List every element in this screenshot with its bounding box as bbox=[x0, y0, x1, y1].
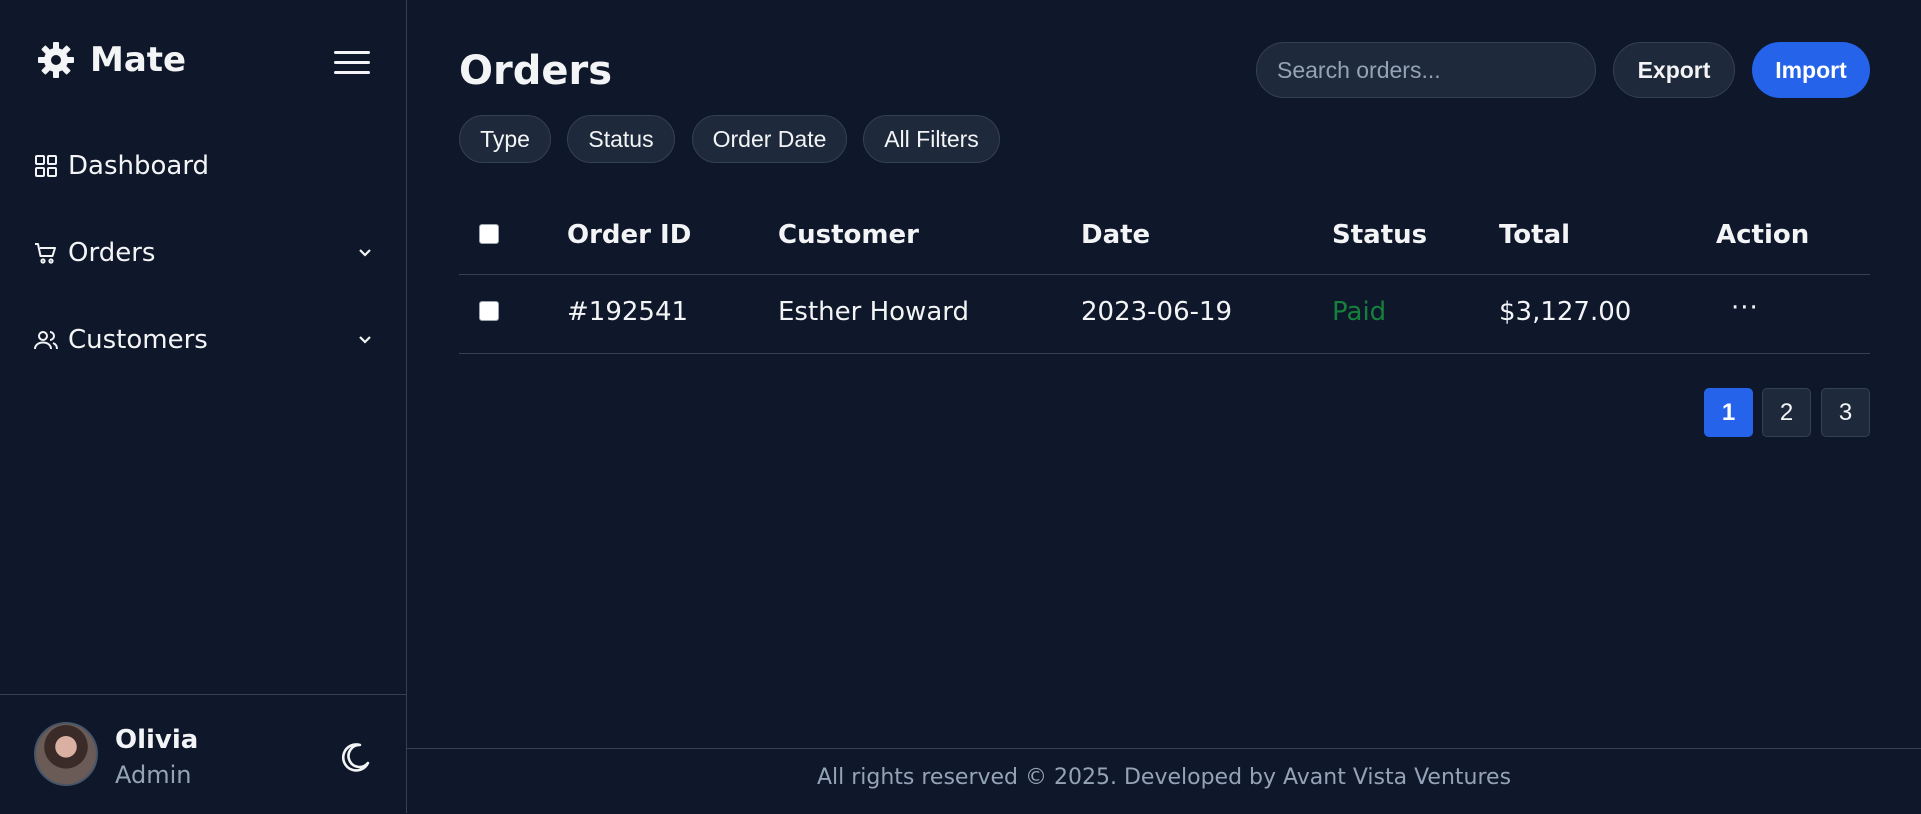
orders-table: Order ID Customer Date Status Total Acti… bbox=[459, 198, 1870, 354]
filter-all-filters[interactable]: All Filters bbox=[863, 115, 1000, 163]
status-badge: Paid bbox=[1332, 297, 1387, 327]
avatar[interactable] bbox=[34, 722, 98, 786]
select-all-checkbox[interactable] bbox=[479, 224, 499, 244]
user-name: Olivia bbox=[115, 725, 199, 755]
order-id: #192541 bbox=[567, 297, 689, 327]
hamburger-menu-icon[interactable] bbox=[334, 50, 370, 76]
user-role: Admin bbox=[115, 761, 192, 789]
page-3-button[interactable]: 3 bbox=[1821, 388, 1870, 437]
sidebar-item-label: Customers bbox=[68, 325, 208, 355]
page-footer: All rights reserved © 2025. Developed by… bbox=[407, 748, 1921, 814]
table-header: Order ID Customer Date Status Total Acti… bbox=[459, 198, 1870, 275]
column-header[interactable]: Customer bbox=[778, 220, 919, 250]
brand[interactable]: Mate bbox=[36, 40, 186, 80]
footer-text: All rights reserved © 2025. Developed by… bbox=[816, 765, 1512, 790]
more-actions-icon[interactable]: ··· bbox=[1731, 293, 1759, 323]
gear-icon bbox=[36, 40, 76, 80]
filter-status[interactable]: Status bbox=[567, 115, 675, 163]
users-icon bbox=[34, 328, 58, 352]
order-date: 2023-06-19 bbox=[1081, 297, 1233, 327]
column-header[interactable]: Order ID bbox=[567, 220, 691, 250]
user-panel: Olivia Admin bbox=[0, 694, 406, 814]
main-content: Orders Export Import Type Status Order D… bbox=[407, 0, 1921, 813]
sidebar-item-orders[interactable]: Orders bbox=[34, 231, 374, 275]
filter-type[interactable]: Type bbox=[459, 115, 551, 163]
sidebar: Mate Dashboard Orders Customers Olivia A… bbox=[0, 0, 407, 813]
import-button[interactable]: Import bbox=[1752, 42, 1870, 98]
column-header[interactable]: Date bbox=[1081, 220, 1150, 250]
page-title: Orders bbox=[459, 48, 613, 94]
cart-icon bbox=[34, 241, 58, 265]
brand-name: Mate bbox=[90, 40, 187, 80]
chevron-down-icon[interactable] bbox=[356, 243, 374, 261]
search-input[interactable] bbox=[1256, 42, 1596, 98]
table-row[interactable]: #192541 Esther Howard 2023-06-19 Paid $3… bbox=[459, 275, 1870, 354]
grid-icon bbox=[34, 154, 58, 178]
customer-name: Esther Howard bbox=[778, 297, 969, 327]
sidebar-item-label: Orders bbox=[68, 238, 156, 268]
order-total: $3,127.00 bbox=[1499, 297, 1632, 327]
moon-icon[interactable] bbox=[338, 741, 372, 775]
column-header[interactable]: Total bbox=[1499, 220, 1570, 250]
sidebar-item-dashboard[interactable]: Dashboard bbox=[34, 144, 374, 188]
export-button[interactable]: Export bbox=[1613, 42, 1735, 98]
sidebar-item-customers[interactable]: Customers bbox=[34, 318, 374, 362]
column-header: Action bbox=[1716, 220, 1810, 250]
filter-order-date[interactable]: Order Date bbox=[692, 115, 847, 163]
sidebar-item-label: Dashboard bbox=[68, 151, 210, 181]
row-checkbox[interactable] bbox=[479, 301, 499, 321]
page-1-button[interactable]: 1 bbox=[1704, 388, 1753, 437]
chevron-down-icon[interactable] bbox=[356, 330, 374, 348]
page-2-button[interactable]: 2 bbox=[1762, 388, 1811, 437]
column-header[interactable]: Status bbox=[1332, 220, 1427, 250]
